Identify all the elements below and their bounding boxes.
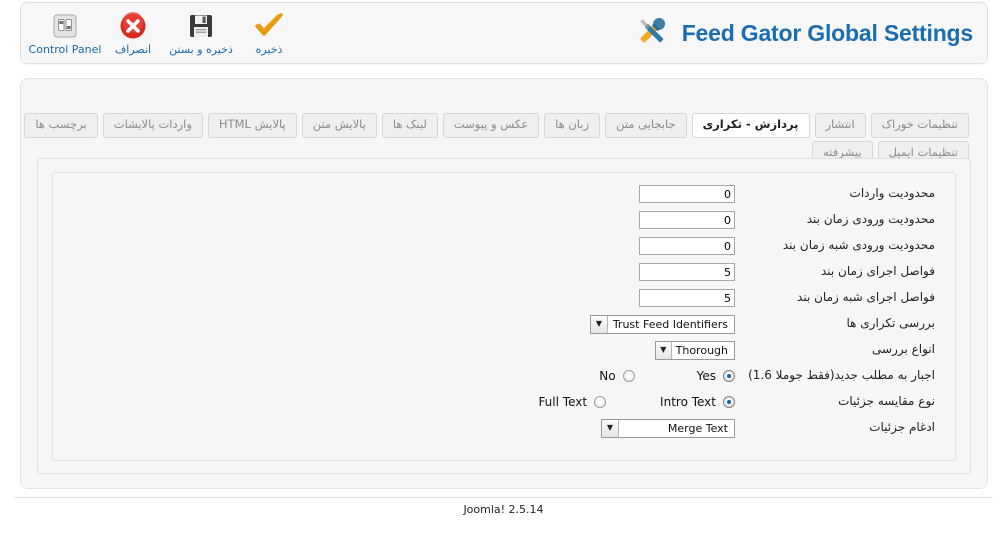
pseudocron-entry-limit-input[interactable] <box>639 237 735 255</box>
label-merge-details: ادغام جزئیات <box>869 420 935 435</box>
tools-wrench-screwdriver-icon <box>632 11 672 55</box>
control-check-type: ▼ Thorough <box>655 340 735 360</box>
force-new-article-radio-group: Yes No <box>599 369 735 383</box>
chevron-down-icon: ▼ <box>602 419 619 437</box>
tab-row-primary: تنظیمات خوراک انتشار پردازش - تکراری جاب… <box>24 113 969 138</box>
tab-text-filters[interactable]: پالایش متن <box>301 113 377 138</box>
toolbar-button-group: ذخیره ذخیره و بستن انصراف Control Panel <box>28 3 303 63</box>
save-and-close-button-label: ذخیره و بستن <box>169 43 233 56</box>
tab-publishing[interactable]: انتشار <box>814 113 866 138</box>
detail-compare-option-intro-text[interactable]: Intro Text <box>660 395 735 409</box>
control-cron-entry-limit <box>639 211 735 229</box>
merge-details-select-value: Merge Text <box>667 421 728 435</box>
radio-full-text[interactable] <box>594 396 607 408</box>
form-row-cron-entry-limit: محدودیت ورودی زمان بند <box>53 207 955 233</box>
duplicate-check-select-value: Trust Feed Identifiers <box>612 317 728 331</box>
check-type-select[interactable]: ▼ Thorough <box>655 340 735 360</box>
cancel-button-label: انصراف <box>114 43 152 56</box>
force-new-article-option-no[interactable]: No <box>599 369 635 383</box>
form-row-check-type: انواع بررسی ▼ Thorough <box>53 337 955 363</box>
radio-intro-text-label: Intro Text <box>660 395 716 409</box>
label-pseudocron-interval: فواصل اجرای شبه زمان بند <box>797 290 935 305</box>
settings-form: محدودیت واردات محدودیت ورودی زمان بند مح… <box>52 172 956 461</box>
check-type-select-value: Thorough <box>675 343 728 357</box>
control-panel-icon <box>52 11 78 41</box>
radio-intro-text[interactable] <box>723 396 735 408</box>
tab-feed-settings[interactable]: تنظیمات خوراک <box>870 113 969 138</box>
cron-interval-input[interactable] <box>639 263 735 281</box>
check-icon <box>254 11 284 41</box>
control-cron-interval <box>639 263 735 281</box>
merge-details-select[interactable]: ▼ Merge Text <box>601 418 735 438</box>
form-row-merge-details: ادغام جزئیات ▼ Merge Text <box>53 415 955 441</box>
control-import-limit <box>639 185 735 203</box>
control-force-new-article: Yes No <box>599 369 735 383</box>
control-pseudocron-interval <box>639 289 735 307</box>
label-duplicate-check: بررسی تکراری ها <box>846 316 935 331</box>
footer-divider <box>14 497 993 498</box>
tab-processing-duplicates[interactable]: پردازش - تکراری <box>691 113 810 138</box>
radio-full-text-label: Full Text <box>538 395 588 409</box>
force-new-article-option-yes[interactable]: Yes <box>697 369 735 383</box>
save-button[interactable]: ذخیره <box>235 4 303 62</box>
cancel-button[interactable]: انصراف <box>99 4 167 62</box>
save-button-label: ذخیره <box>255 43 283 56</box>
form-row-duplicate-check: بررسی تکراری ها ▼ Trust Feed Identifiers <box>53 311 955 337</box>
radio-yes-label: Yes <box>696 369 716 383</box>
control-panel-button-label: Control Panel <box>28 43 102 56</box>
detail-compare-radio-group: Intro Text Full Text <box>538 395 735 409</box>
label-pseudocron-entry-limit: محدودیت ورودی شبه زمان بند <box>782 238 935 253</box>
pseudocron-interval-input[interactable] <box>639 289 735 307</box>
settings-panel: تنظیمات خوراک انتشار پردازش - تکراری جاب… <box>20 78 988 489</box>
form-row-import-limit: محدودیت واردات <box>53 181 955 207</box>
duplicate-check-select[interactable]: ▼ Trust Feed Identifiers <box>590 314 735 334</box>
label-check-type: انواع بررسی <box>872 342 935 357</box>
tab-images-attachments[interactable]: عکس و پیوست <box>442 113 540 138</box>
import-limit-input[interactable] <box>639 185 735 203</box>
page-root: ذخیره ذخیره و بستن انصراف Control Panel … <box>0 0 1007 533</box>
form-row-pseudocron-interval: فواصل اجرای شبه زمان بند <box>53 285 955 311</box>
chevron-down-icon: ▼ <box>591 315 608 333</box>
radio-no-label: No <box>599 369 616 383</box>
control-duplicate-check: ▼ Trust Feed Identifiers <box>590 314 735 334</box>
radio-yes[interactable] <box>723 370 735 382</box>
tab-content-panel: محدودیت واردات محدودیت ورودی زمان بند مح… <box>37 158 971 474</box>
label-cron-entry-limit: محدودیت ورودی زمان بند <box>806 212 935 227</box>
chevron-down-icon: ▼ <box>656 341 672 359</box>
form-row-detail-compare-type: نوع مقایسه جزئیات Intro Text Full Text <box>53 389 955 415</box>
tab-languages[interactable]: زبان ها <box>544 113 601 138</box>
control-merge-details: ▼ Merge Text <box>601 418 735 438</box>
label-import-limit: محدودیت واردات <box>849 186 935 201</box>
tab-import-filters[interactable]: واردات پالایشات <box>102 113 203 138</box>
toolbar: ذخیره ذخیره و بستن انصراف Control Panel … <box>20 2 988 64</box>
tab-links[interactable]: لینک ها <box>381 113 438 138</box>
tab-text-replacement[interactable]: جابجایی متن <box>605 113 687 138</box>
control-panel-button[interactable]: Control Panel <box>28 4 102 62</box>
detail-compare-option-full-text[interactable]: Full Text <box>538 395 607 409</box>
control-detail-compare-type: Intro Text Full Text <box>538 395 735 409</box>
form-row-pseudocron-entry-limit: محدودیت ورودی شبه زمان بند <box>53 233 955 259</box>
label-detail-compare-type: نوع مقایسه جزئیات <box>838 394 935 409</box>
label-cron-interval: فواصل اجرای زمان بند <box>820 264 935 279</box>
page-title: Feed Gator Global Settings <box>632 3 973 63</box>
save-and-close-button[interactable]: ذخیره و بستن <box>167 4 235 62</box>
form-row-force-new-article: اجبار به مطلب جدید(فقط جوملا 1.6) Yes No <box>53 363 955 389</box>
footer: Joomla! 2.5.14 <box>463 503 544 516</box>
tab-html-filters[interactable]: پالایش HTML <box>207 113 297 138</box>
form-row-cron-interval: فواصل اجرای زمان بند <box>53 259 955 285</box>
floppy-disk-icon <box>187 11 215 41</box>
cancel-x-icon <box>119 11 147 41</box>
cron-entry-limit-input[interactable] <box>639 211 735 229</box>
control-pseudocron-entry-limit <box>639 237 735 255</box>
radio-no[interactable] <box>622 370 635 382</box>
label-force-new-article: اجبار به مطلب جدید(فقط جوملا 1.6) <box>748 368 935 383</box>
tab-tags[interactable]: برچسب ها <box>24 113 98 138</box>
page-title-text: Feed Gator Global Settings <box>681 19 973 46</box>
